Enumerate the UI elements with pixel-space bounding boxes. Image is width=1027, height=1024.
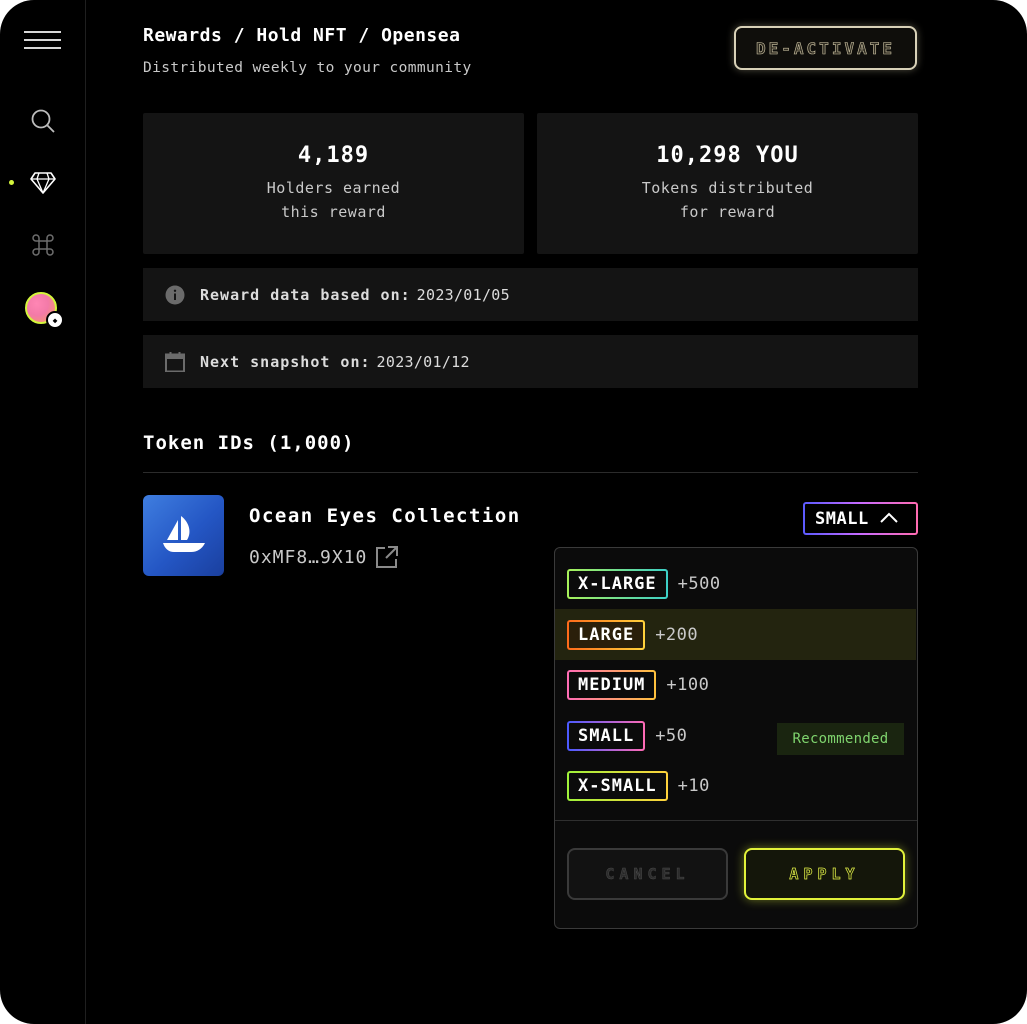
- option-bonus: +10: [677, 775, 710, 796]
- chevron-up-icon: [879, 509, 899, 529]
- reward-data-value: 2023/01/05: [416, 285, 510, 304]
- collection-address: 0xMF8…9X10: [249, 546, 368, 568]
- stat-value: 10,298 YOU: [656, 143, 799, 168]
- size-select-value: SMALL: [815, 508, 869, 529]
- command-icon[interactable]: [28, 230, 58, 260]
- sidebar: ◆: [0, 0, 86, 1024]
- snapshot-value: 2023/01/12: [376, 352, 470, 371]
- breadcrumb: Rewards / Hold NFT / Opensea: [143, 25, 461, 46]
- divider: [143, 472, 918, 473]
- app-frame: ◆ Rewards / Hold NFT / Opensea Distribut…: [0, 0, 1027, 1024]
- size-select[interactable]: SMALL: [803, 502, 918, 535]
- option-x-large[interactable]: X-LARGE +500: [555, 558, 916, 609]
- stat-value: 4,189: [297, 143, 370, 168]
- search-icon[interactable]: [28, 106, 58, 136]
- menu-icon[interactable]: [24, 31, 61, 49]
- divider: [555, 820, 917, 821]
- token-ids-title: Token IDs (1,000): [143, 432, 355, 454]
- reward-data-label: Reward data based on:: [200, 285, 411, 304]
- diamond-icon[interactable]: [28, 168, 58, 198]
- option-tag: LARGE: [567, 620, 645, 650]
- option-tag: X-SMALL: [567, 771, 668, 801]
- opensea-ship-icon: [143, 495, 224, 576]
- calendar-icon: [165, 351, 185, 372]
- page-subtitle: Distributed weekly to your community: [143, 60, 472, 76]
- option-bonus: +100: [666, 674, 710, 695]
- stat-card-holders: 4,189 Holders earned this reward: [143, 113, 524, 254]
- stat-label-line: this reward: [281, 203, 386, 221]
- stat-card-tokens: 10,298 YOU Tokens distributed for reward: [537, 113, 918, 254]
- option-tag: MEDIUM: [567, 670, 656, 700]
- stat-label: Holders earned this reward: [143, 176, 524, 224]
- cancel-button[interactable]: CANCEL: [567, 848, 728, 900]
- option-tag: SMALL: [567, 721, 645, 751]
- option-x-small[interactable]: X-SMALL +10: [555, 760, 916, 811]
- option-large[interactable]: LARGE +200: [555, 609, 916, 660]
- option-bonus: +200: [655, 624, 699, 645]
- stat-label-line: Holders earned: [266, 179, 401, 197]
- size-dropdown: X-LARGE +500 LARGE +200 MEDIUM +100 SMAL…: [554, 547, 918, 929]
- apply-button[interactable]: APPLY: [744, 848, 905, 900]
- recommended-badge: Recommended: [777, 723, 904, 755]
- option-bonus: +500: [677, 573, 721, 594]
- stat-label-line: Tokens distributed: [641, 179, 814, 197]
- option-tag: X-LARGE: [567, 569, 668, 599]
- ethereum-icon: ◆: [46, 311, 64, 329]
- stat-label-line: for reward: [679, 203, 776, 221]
- collection-name: Ocean Eyes Collection: [249, 505, 521, 527]
- option-medium[interactable]: MEDIUM +100: [555, 659, 916, 710]
- active-indicator: [9, 180, 14, 185]
- collection-address-row: 0xMF8…9X10: [249, 545, 399, 569]
- deactivate-button[interactable]: DE-ACTIVATE: [734, 26, 917, 70]
- option-bonus: +50: [655, 725, 688, 746]
- snapshot-row: Next snapshot on: 2023/01/12: [143, 335, 918, 388]
- info-icon: [165, 285, 185, 305]
- external-link-icon[interactable]: [375, 545, 399, 569]
- reward-data-row: Reward data based on: 2023/01/05: [143, 268, 918, 321]
- snapshot-label: Next snapshot on:: [200, 352, 371, 371]
- stat-label: Tokens distributed for reward: [537, 176, 918, 224]
